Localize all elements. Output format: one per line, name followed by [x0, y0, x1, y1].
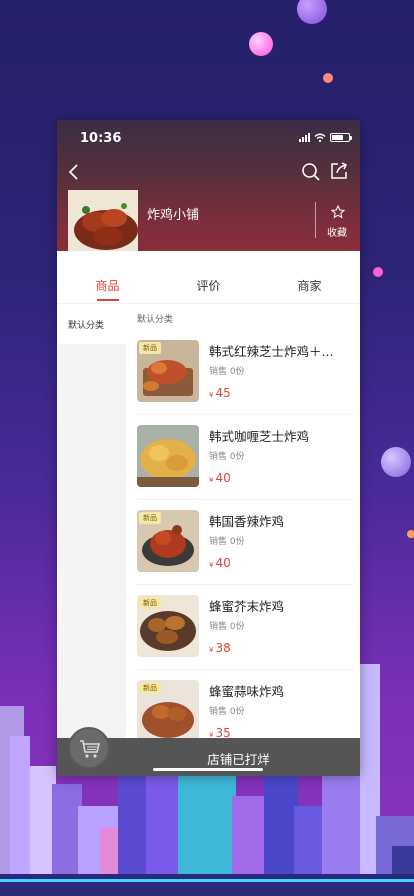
decor-bubble — [407, 530, 414, 538]
product-image: 新品 — [137, 595, 199, 657]
search-icon[interactable] — [301, 162, 321, 182]
divider — [315, 202, 316, 238]
shop-name: 炸鸡小铺 — [147, 208, 200, 223]
decor-bubble — [381, 447, 411, 477]
product-image: 新品 — [137, 510, 199, 572]
category-sidebar: 默认分类 — [57, 304, 126, 776]
app-screen: 10:36 炸鸡小铺 收藏 商品 评价 商家 默认分类 默认分类 新品 韩式红辣… — [57, 120, 360, 776]
product-sales: 销售 0份 — [209, 537, 245, 547]
decor-bubble — [323, 73, 333, 83]
product-list: 新品 韩式红辣芝士炸鸡＋... 销售 0份 ¥45 韩式咖喱芝士炸鸡 销售 0份… — [126, 330, 360, 755]
product-item[interactable]: 新品 韩国香辣炸鸡 销售 0份 ¥40 — [137, 500, 353, 585]
signal-icon — [299, 133, 310, 142]
decor-bubble — [297, 0, 327, 24]
product-sales: 销售 0份 — [209, 452, 245, 462]
share-icon[interactable] — [329, 161, 349, 181]
product-price: ¥40 — [209, 471, 231, 485]
decor-bubble — [373, 267, 383, 277]
cart-icon — [80, 740, 101, 758]
new-badge: 新品 — [139, 597, 161, 609]
product-price: ¥40 — [209, 556, 231, 570]
product-name: 韩式红辣芝士炸鸡＋... — [209, 344, 334, 359]
home-indicator — [153, 768, 263, 771]
new-badge: 新品 — [139, 512, 161, 524]
favorite-button[interactable]: 收藏 — [327, 224, 347, 239]
product-name: 蜂蜜蒜味炸鸡 — [209, 684, 285, 699]
new-badge: 新品 — [139, 342, 161, 354]
back-icon[interactable] — [67, 163, 83, 181]
product-sales: 销售 0份 — [209, 367, 245, 377]
product-image: 新品 — [137, 340, 199, 402]
product-image — [137, 425, 199, 487]
decor-bubble — [249, 32, 273, 56]
product-sales: 销售 0份 — [209, 622, 245, 632]
tab-merchant[interactable]: 商家 — [259, 251, 360, 303]
product-item[interactable]: 新品 韩式红辣芝士炸鸡＋... 销售 0份 ¥45 — [137, 330, 353, 415]
product-item[interactable]: 韩式咖喱芝士炸鸡 销售 0份 ¥40 — [137, 415, 353, 500]
product-name: 蜂蜜芥末炸鸡 — [209, 599, 285, 614]
status-time: 10:36 — [80, 131, 122, 146]
product-name: 韩国香辣炸鸡 — [209, 514, 285, 529]
tab-bar: 商品 评价 商家 — [57, 251, 360, 304]
shop-photo — [68, 190, 138, 251]
battery-icon — [330, 133, 352, 142]
shop-header: 10:36 炸鸡小铺 收藏 — [57, 120, 360, 251]
category-title: 默认分类 — [137, 315, 174, 325]
product-sales: 销售 0份 — [209, 707, 245, 717]
new-badge: 新品 — [139, 682, 161, 694]
product-image: 新品 — [137, 680, 199, 742]
product-item[interactable]: 新品 蜂蜜芥末炸鸡 销售 0份 ¥38 — [137, 585, 353, 670]
cart-button[interactable] — [68, 727, 110, 769]
tab-products[interactable]: 商品 — [57, 251, 158, 303]
product-price: ¥45 — [209, 386, 231, 400]
tab-reviews[interactable]: 评价 — [158, 251, 259, 303]
sidebar-item-default[interactable]: 默认分类 — [57, 304, 126, 344]
product-name: 韩式咖喱芝士炸鸡 — [209, 429, 310, 444]
wifi-icon — [314, 133, 326, 142]
status-icons — [299, 133, 352, 142]
star-icon[interactable] — [331, 205, 345, 219]
product-price: ¥38 — [209, 641, 231, 655]
